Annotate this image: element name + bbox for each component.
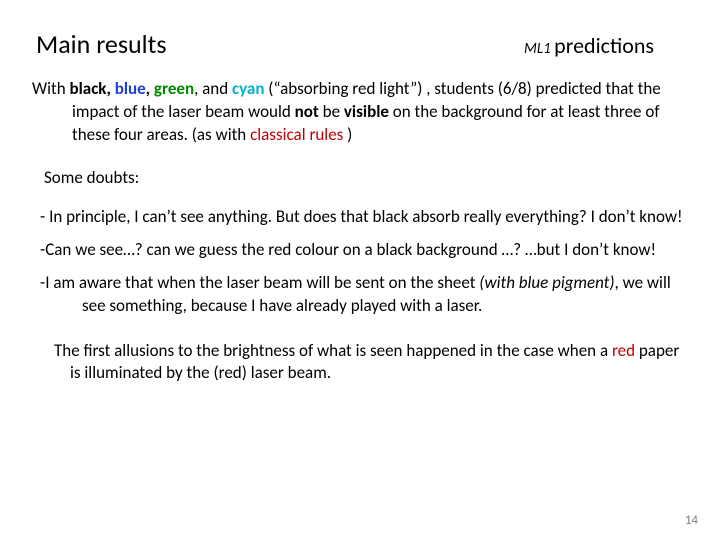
comma: , — [146, 78, 154, 99]
classical-rules: classical rules — [250, 124, 343, 145]
intro-paragraph: With black, blue, green, and cyan (“abso… — [32, 78, 688, 147]
title-right: ML1 predictions — [524, 32, 654, 59]
emph-visible: visible — [344, 101, 393, 122]
page-number: 14 — [685, 513, 698, 528]
text-fragment: With — [32, 78, 70, 99]
emph-not: not — [295, 101, 323, 122]
response-text: In principle, I can’t see anything. But … — [49, 206, 682, 227]
italic-fragment: (with blue pigment) — [479, 272, 614, 293]
color-cyan: cyan — [232, 78, 268, 99]
comma: , and — [194, 78, 232, 99]
color-black: black — [70, 78, 107, 99]
response-3: -I am aware that when the laser beam wil… — [32, 272, 688, 318]
title-left: Main results — [36, 28, 167, 60]
ml1-label: ML1 — [524, 40, 554, 58]
response-text: I am aware that when the laser beam will… — [45, 272, 479, 293]
response-text: Can we see…? can we guess the red colour… — [45, 239, 656, 260]
text-fragment: ) — [343, 124, 352, 145]
red-word: red — [612, 340, 639, 361]
color-blue: blue — [115, 78, 146, 99]
text-fragment: The first allusions to the brightness of… — [54, 340, 612, 361]
final-paragraph: The first allusions to the brightness of… — [40, 340, 688, 386]
response-2: -Can we see…? can we guess the red colou… — [32, 239, 688, 262]
slide-header: Main results ML1 predictions — [32, 28, 688, 60]
text-fragment: be — [323, 101, 344, 122]
predictions-label: predictions — [554, 32, 654, 59]
comma: , — [106, 78, 114, 99]
dash: - — [40, 206, 49, 227]
some-doubts-heading: Some doubts: — [32, 167, 688, 190]
response-1: - In principle, I can’t see anything. Bu… — [32, 206, 688, 229]
color-green: green — [154, 78, 194, 99]
